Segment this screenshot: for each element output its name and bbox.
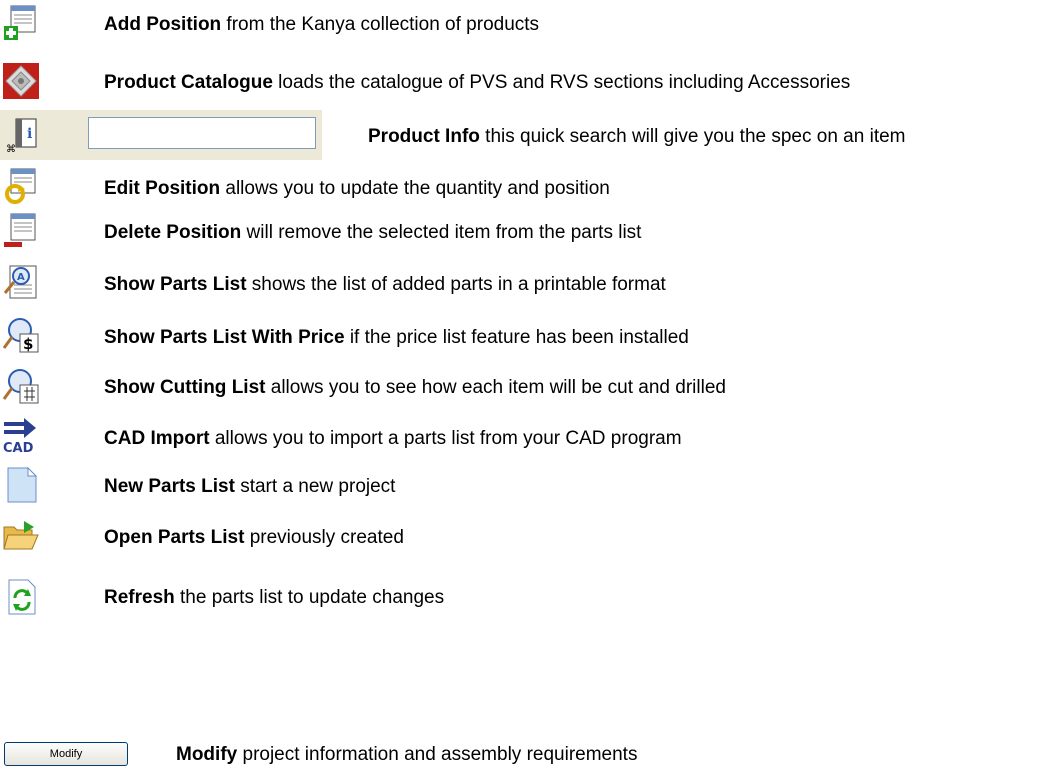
item-desc: will remove the selected item from the p…	[241, 222, 642, 243]
item-title: New Parts List	[104, 476, 235, 497]
new-parts-list-icon[interactable]	[2, 466, 40, 504]
item-desc: project information and assembly require…	[237, 744, 638, 765]
show-price-list-icon[interactable]: $	[2, 316, 40, 354]
product-catalogue-icon[interactable]	[2, 62, 40, 100]
open-parts-list-desc: Open Parts List previously created	[104, 526, 404, 550]
item-title: CAD Import	[104, 428, 210, 449]
item-title: Modify	[176, 744, 238, 765]
product-info-search-input[interactable]	[88, 117, 316, 149]
item-title: Show Parts List	[104, 274, 247, 295]
product-catalogue-desc: Product Catalogue loads the catalogue of…	[104, 71, 850, 95]
item-title: Open Parts List	[104, 527, 245, 548]
item-desc: from the Kanya collection of products	[221, 14, 540, 35]
item-title: Refresh	[104, 587, 175, 608]
open-folder-icon[interactable]	[2, 517, 40, 555]
new-parts-list-desc: New Parts List start a new project	[104, 475, 395, 499]
delete-position-icon[interactable]	[2, 212, 40, 250]
refresh-desc: Refresh the parts list to update changes	[104, 586, 444, 610]
svg-text:CAD: CAD	[3, 441, 34, 454]
item-title: Show Cutting List	[104, 377, 266, 398]
item-desc: start a new project	[234, 476, 396, 497]
svg-text:⌘: ⌘	[6, 144, 16, 154]
delete-position-desc: Delete Position will remove the selected…	[104, 221, 641, 245]
show-cutting-list-desc: Show Cutting List allows you to see how …	[104, 376, 726, 400]
item-desc: the parts list to update changes	[174, 587, 445, 608]
show-price-list-desc: Show Parts List With Price if the price …	[104, 326, 689, 350]
item-desc: allows you to see how each item will be …	[265, 377, 726, 398]
show-parts-list-desc: Show Parts List shows the list of added …	[104, 273, 666, 297]
svg-text:$: $	[23, 335, 33, 353]
item-desc: previously created	[244, 527, 404, 548]
item-title: Edit Position	[104, 178, 221, 199]
item-title: Product Info	[368, 126, 480, 147]
modify-button[interactable]: Modify	[4, 742, 128, 766]
item-desc: this quick search will give you the spec…	[479, 126, 906, 147]
add-position-icon[interactable]	[2, 4, 40, 42]
product-info-desc: Product Info this quick search will give…	[368, 125, 906, 149]
product-info-icon[interactable]: i ⌘	[4, 116, 42, 154]
item-title: Add Position	[104, 14, 222, 35]
item-title: Product Catalogue	[104, 72, 273, 93]
modify-desc: Modify project information and assembly …	[176, 743, 637, 767]
product-info-toolbar: i ⌘	[0, 110, 322, 160]
edit-position-desc: Edit Position allows you to update the q…	[104, 177, 610, 201]
item-desc: if the price list feature has been insta…	[344, 327, 689, 348]
refresh-icon[interactable]	[2, 578, 40, 616]
show-parts-list-icon[interactable]: A	[2, 263, 40, 301]
item-title: Delete Position	[104, 222, 242, 243]
item-desc: allows you to import a parts list from y…	[209, 428, 682, 449]
svg-text:A: A	[17, 272, 25, 283]
item-title: Show Parts List With Price	[104, 327, 345, 348]
cad-import-icon[interactable]: CAD	[2, 416, 40, 454]
add-position-desc: Add Position from the Kanya collection o…	[104, 13, 539, 37]
item-desc: allows you to update the quantity and po…	[220, 178, 610, 199]
item-desc: shows the list of added parts in a print…	[246, 274, 666, 295]
edit-position-icon[interactable]	[2, 167, 40, 205]
show-cutting-list-icon[interactable]	[2, 367, 40, 405]
svg-text:i: i	[27, 126, 32, 142]
cad-import-desc: CAD Import allows you to import a parts …	[104, 427, 682, 451]
item-desc: loads the catalogue of PVS and RVS secti…	[272, 72, 851, 93]
